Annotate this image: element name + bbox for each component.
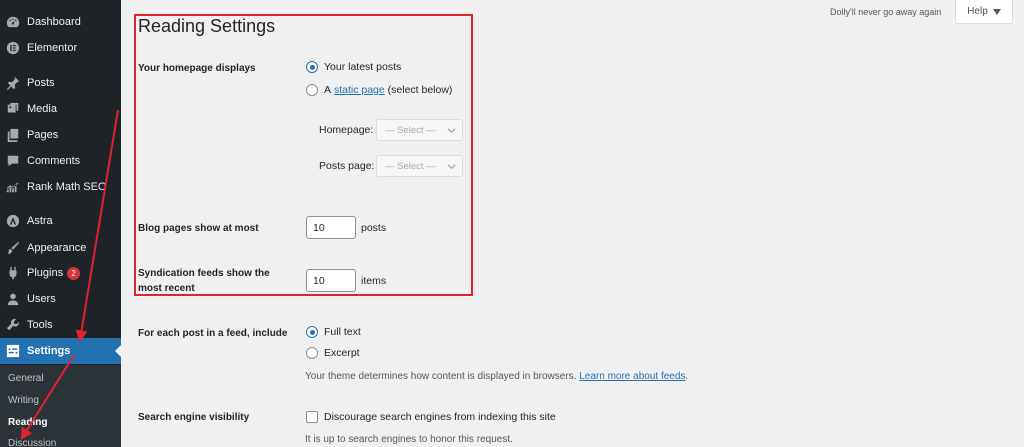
page-title: Reading Settings: [138, 16, 276, 36]
posts-per-page-input[interactable]: 10: [306, 216, 356, 239]
posts-per-rss-input[interactable]: 10: [306, 269, 356, 292]
posts-page-select[interactable]: — Select —: [376, 155, 463, 177]
homepage-displays-label: Your homepage displays: [138, 63, 256, 74]
user-icon: [6, 292, 20, 306]
sidebar-item-label: Dashboard: [27, 16, 81, 28]
plug-icon: [6, 266, 20, 280]
update-count-badge: 2: [67, 266, 81, 280]
radio-label-prefix: A: [324, 84, 332, 96]
sidebar-item-label: Tools: [27, 319, 53, 331]
radio-full-text[interactable]: Full text: [306, 326, 361, 338]
submenu-item-general[interactable]: General: [8, 373, 44, 384]
submenu-item-writing[interactable]: Writing: [8, 395, 39, 406]
sidebar-item-posts[interactable]: Posts: [0, 70, 121, 96]
static-page-link[interactable]: static page: [334, 84, 385, 96]
media-icon: [6, 102, 20, 116]
feed-description-text: Your theme determines how content is dis…: [305, 371, 577, 382]
items-unit-label: items: [361, 275, 387, 287]
chevron-down-icon: [447, 164, 456, 170]
sidebar-item-label: Appearance: [27, 242, 87, 254]
astra-icon: [6, 214, 20, 228]
brush-icon: [6, 241, 20, 255]
chart-icon: [6, 180, 20, 194]
sidebar-item-label: Plugins: [27, 267, 64, 279]
radio-button-checked[interactable]: [306, 326, 318, 338]
sidebar-item-label: Users: [27, 293, 56, 305]
sidebar-item-rank-math[interactable]: Rank Math SEO: [0, 174, 121, 200]
radio-label: Excerpt: [324, 347, 360, 359]
select-value: — Select —: [385, 124, 436, 136]
pin-icon: [6, 76, 20, 90]
sidebar-item-elementor[interactable]: Elementor: [0, 35, 121, 61]
submenu-item-reading[interactable]: Reading: [8, 417, 47, 428]
sidebar-item-settings[interactable]: Settings: [0, 338, 121, 364]
sidebar-item-label: Comments: [27, 155, 81, 167]
caret-down-icon: [992, 8, 1001, 15]
syndication-label-line1: Syndication feeds show the: [138, 268, 270, 279]
radio-button-checked[interactable]: [306, 61, 318, 73]
radio-latest-posts[interactable]: Your latest posts: [306, 61, 401, 73]
comment-icon: [6, 154, 20, 168]
sidebar-item-appearance[interactable]: Appearance: [0, 235, 121, 261]
pages-icon: [6, 128, 20, 142]
sidebar-item-label: Media: [27, 103, 57, 115]
sidebar-item-pages[interactable]: Pages: [0, 122, 121, 148]
radio-label: Your latest posts: [324, 61, 402, 73]
radio-excerpt[interactable]: Excerpt: [306, 347, 360, 359]
search-visibility-description: It is up to search engines to honor this…: [305, 434, 513, 445]
posts-page-select-label: Posts page:: [319, 160, 375, 172]
learn-more-feeds-link[interactable]: Learn more about feeds: [579, 371, 685, 382]
discourage-search-checkbox[interactable]: [306, 411, 318, 423]
sidebar-item-label: Pages: [27, 129, 59, 141]
feed-content-label: For each post in a feed, include: [138, 328, 288, 339]
sidebar-item-tools[interactable]: Tools: [0, 312, 121, 338]
help-label: Help: [967, 6, 988, 17]
radio-label: Full text: [324, 326, 361, 338]
settings-icon: [6, 344, 20, 358]
select-value: — Select —: [385, 160, 436, 172]
blog-pages-label: Blog pages show at most: [138, 223, 259, 234]
admin-sidebar: Dashboard Elementor Posts Media Pages Co…: [0, 0, 121, 447]
posts-unit-label: posts: [361, 222, 387, 234]
sidebar-item-label: Settings: [27, 345, 71, 357]
sidebar-item-dashboard[interactable]: Dashboard: [0, 9, 121, 35]
sidebar-item-label: Posts: [27, 77, 55, 89]
radio-static-page[interactable]: A static page (select below): [306, 84, 452, 96]
submenu-item-discussion[interactable]: Discussion: [8, 438, 56, 447]
radio-button[interactable]: [306, 347, 318, 359]
dashboard-icon: [6, 15, 20, 29]
homepage-select[interactable]: — Select —: [376, 119, 463, 141]
feed-description: Your theme determines how content is dis…: [305, 371, 689, 382]
sidebar-item-label: Rank Math SEO: [27, 181, 107, 193]
settings-submenu: General Writing Reading Discussion: [0, 365, 121, 447]
sidebar-item-label: Elementor: [27, 42, 78, 54]
radio-button[interactable]: [306, 84, 318, 96]
sidebar-item-comments[interactable]: Comments: [0, 148, 121, 174]
sidebar-item-label: Astra: [27, 215, 53, 227]
search-visibility-label: Search engine visibility: [138, 412, 250, 423]
chevron-down-icon: [447, 128, 456, 134]
sidebar-item-astra[interactable]: Astra: [0, 208, 121, 234]
syndication-label-line2: most recent: [138, 283, 195, 294]
help-button[interactable]: Help: [955, 0, 1013, 24]
checkbox-label: Discourage search engines from indexing …: [324, 411, 556, 423]
radio-label-suffix: (select below): [387, 84, 453, 96]
sidebar-item-media[interactable]: Media: [0, 96, 121, 122]
hello-dolly-quote: Dolly'll never go away again: [830, 7, 942, 17]
homepage-select-label: Homepage:: [319, 124, 374, 136]
wrench-icon: [6, 318, 20, 332]
sidebar-item-plugins[interactable]: Plugins 2: [0, 260, 121, 286]
elementor-icon: [6, 41, 20, 55]
sidebar-item-users[interactable]: Users: [0, 286, 121, 312]
discourage-search-checkbox-row[interactable]: Discourage search engines from indexing …: [306, 411, 556, 423]
